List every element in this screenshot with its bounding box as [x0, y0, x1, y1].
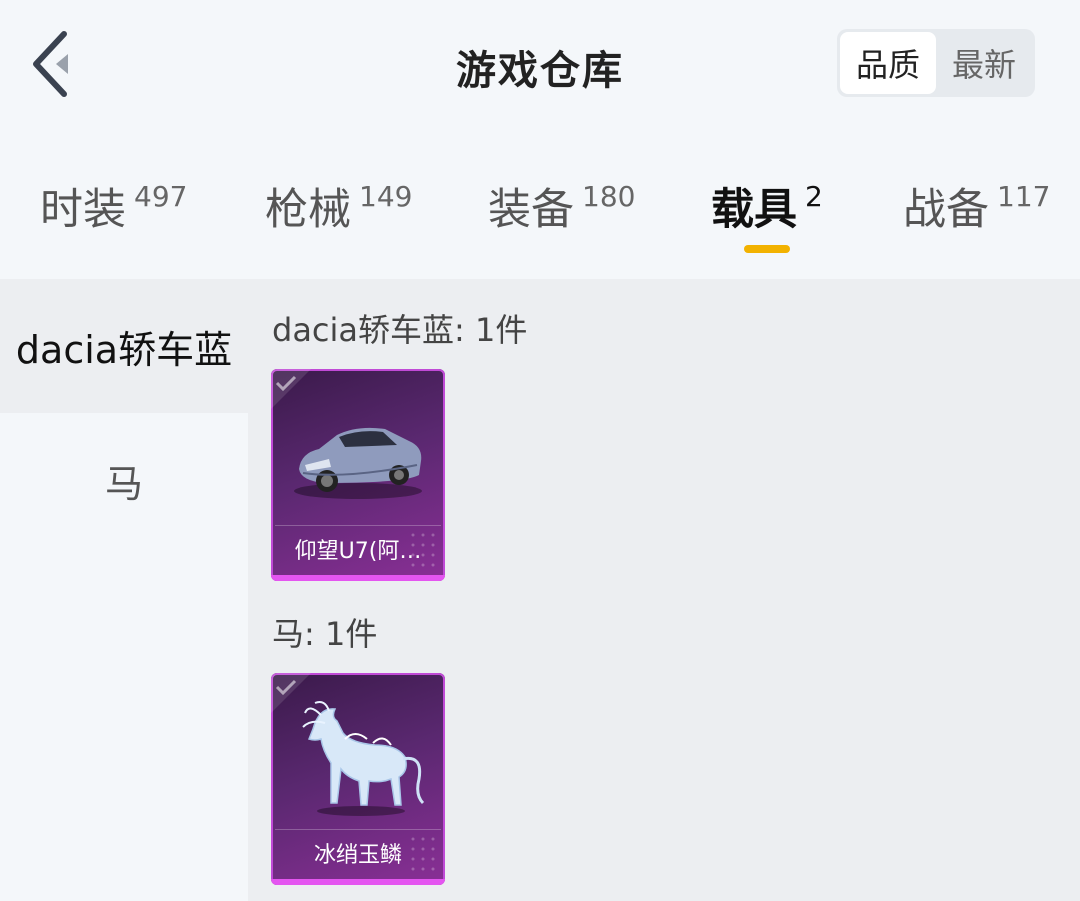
card-divider	[275, 829, 441, 830]
tab-label: 枪械	[265, 185, 351, 235]
dots-pattern-icon	[411, 533, 435, 567]
sidebar-item-dacia[interactable]: dacia轿车蓝	[0, 279, 248, 413]
tab-label: 战备	[903, 185, 989, 235]
header: 游戏仓库 品质 最新	[0, 0, 1080, 130]
dots-pattern-icon	[411, 837, 435, 871]
tab-label: 载具	[711, 185, 797, 235]
app-root: 游戏仓库 品质 最新 时装 497 枪械 149 装备 180 载具 2 战备 …	[0, 0, 1080, 901]
car-image-icon	[294, 427, 422, 499]
tab-fashion[interactable]: 时装 497	[40, 182, 187, 238]
group-title: 马: 1件	[272, 615, 378, 653]
category-tabs: 时装 497 枪械 149 装备 180 载具 2 战备 117	[0, 170, 1080, 278]
tab-label: 装备	[488, 185, 574, 235]
sidebar-item-horse[interactable]: 马	[0, 413, 248, 547]
item-card[interactable]: 冰绡玉鳞	[271, 673, 445, 885]
item-card[interactable]: 仰望U7(阿…	[271, 369, 445, 581]
sort-toggle: 品质 最新	[837, 29, 1035, 97]
tab-label: 时装	[40, 185, 126, 235]
tab-weapons[interactable]: 枪械 149	[265, 182, 412, 238]
sidebar: dacia轿车蓝 马	[0, 279, 248, 901]
tab-gear[interactable]: 战备 117	[903, 182, 1050, 238]
item-list[interactable]: dacia轿车蓝: 1件 仰望U7(阿… 马: 1件 冰绡玉鳞	[248, 279, 1080, 901]
sort-newest-button[interactable]: 最新	[936, 32, 1032, 94]
active-tab-indicator	[744, 245, 790, 253]
content-area: dacia轿车蓝 马 dacia轿车蓝: 1件 仰望U7(阿… 马: 1件 冰绡…	[0, 279, 1080, 901]
ice-horse-image-icon	[302, 701, 425, 816]
tab-count: 2	[805, 180, 823, 213]
sort-quality-button[interactable]: 品质	[840, 32, 936, 94]
tab-equipment[interactable]: 装备 180	[488, 182, 635, 238]
tab-count: 117	[997, 180, 1051, 213]
group-title: dacia轿车蓝: 1件	[272, 311, 528, 349]
tab-count: 497	[134, 180, 188, 213]
tab-count: 149	[359, 180, 413, 213]
tab-count: 180	[582, 180, 636, 213]
card-divider	[275, 525, 441, 526]
tab-vehicles[interactable]: 载具 2	[711, 182, 823, 238]
